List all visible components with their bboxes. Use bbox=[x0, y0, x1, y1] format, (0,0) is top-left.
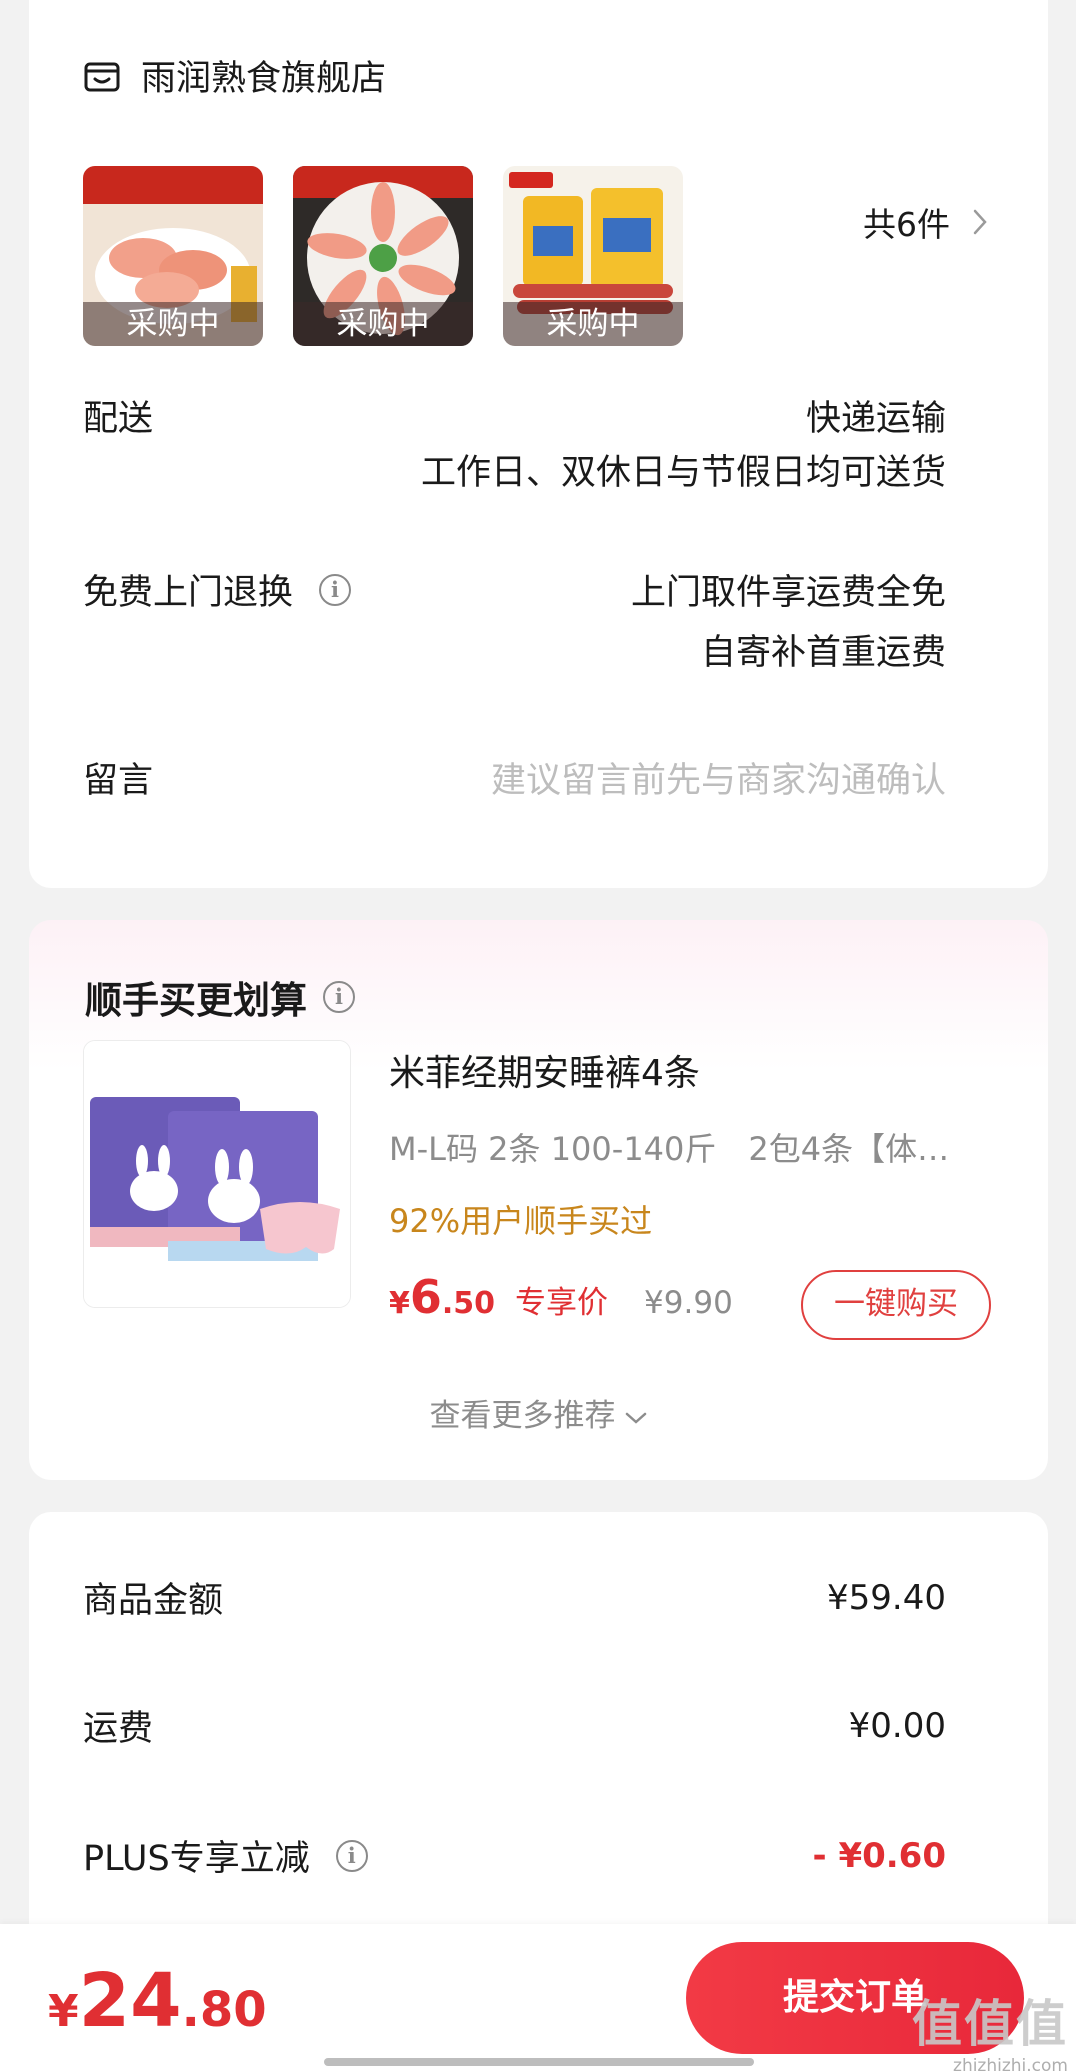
see-more-recommendations[interactable]: 查看更多推荐 bbox=[29, 1390, 1048, 1435]
plus-discount-value: - ¥0.60 bbox=[812, 1835, 947, 1876]
info-icon[interactable]: i bbox=[319, 573, 352, 606]
returns-label-row: 免费上门退换 i bbox=[83, 564, 352, 615]
checkout-bar: ¥ 24 .80 提交订单 值值值 zhizhizhi.com bbox=[0, 1924, 1076, 2072]
item-count-link[interactable]: 共6件 bbox=[863, 198, 988, 246]
goods-amount-label: 商品金额 bbox=[83, 1581, 224, 1621]
info-icon[interactable]: i bbox=[323, 981, 355, 1013]
one-click-buy-button[interactable]: 一键购买 bbox=[801, 1270, 991, 1340]
purchasing-badge: 采购中 bbox=[503, 302, 683, 346]
product-thumb-2[interactable]: 采购中 bbox=[293, 166, 473, 346]
watermark: 值值值 zhizhizhi.com bbox=[912, 1984, 1068, 2072]
recommend-product-spec[interactable]: M-L码 2条 100-140斤 2包4条【体… bbox=[389, 1124, 1029, 1170]
miffy-pants-image bbox=[84, 1041, 350, 1307]
see-more-label: 查看更多推荐 bbox=[429, 1398, 616, 1434]
delivery-schedule: 工作日、双休日与节假日均可送货 bbox=[420, 453, 946, 493]
purchasing-badge: 采购中 bbox=[293, 302, 473, 346]
recommend-card: 顺手买更划算 i 米菲经期安睡裤4条 M-L码 2条 100-140斤 2包4条… bbox=[29, 920, 1048, 1480]
recommend-bought-stat: 92%用户顺手买过 bbox=[389, 1202, 653, 1240]
delivery-method: 快递运输 bbox=[805, 399, 946, 439]
plus-discount-label: PLUS专享立减 bbox=[83, 1839, 310, 1879]
chevron-down-icon bbox=[625, 1412, 646, 1424]
shipping-fee-value: ¥0.00 bbox=[848, 1705, 946, 1746]
returns-line-2: 自寄补首重运费 bbox=[700, 633, 946, 673]
returns-label: 免费上门退换 bbox=[83, 573, 294, 613]
chevron-right-icon bbox=[973, 209, 987, 235]
message-label: 留言 bbox=[83, 761, 154, 801]
returns-line-1: 上门取件享运费全免 bbox=[630, 573, 946, 613]
watermark-logo: 值值值 bbox=[912, 1995, 1068, 2053]
plus-discount-label-row: PLUS专享立减 i bbox=[83, 1830, 368, 1881]
item-count-label: 共6件 bbox=[863, 205, 950, 244]
delivery-label: 配送 bbox=[83, 399, 154, 439]
summary-row-goods: 商品金额 ¥59.40 bbox=[83, 1572, 946, 1623]
price-integer: 6 bbox=[409, 1270, 442, 1324]
order-total: ¥ 24 .80 bbox=[48, 1958, 267, 2044]
product-thumb-1[interactable]: 采购中 bbox=[83, 166, 263, 346]
recommend-title: 顺手买更划算 bbox=[85, 979, 307, 1022]
shipping-fee-label: 运费 bbox=[83, 1709, 154, 1749]
total-currency: ¥ bbox=[48, 1986, 79, 2037]
recommend-product-name[interactable]: 米菲经期安睡裤4条 bbox=[389, 1044, 700, 1096]
total-integer: 24 bbox=[78, 1958, 182, 2044]
store-icon bbox=[84, 62, 120, 91]
price-decimal: .50 bbox=[441, 1286, 496, 1321]
store-card: 雨润熟食旗舰店 采购中 采购中 采购中 共6件 配送 快递运输 工作日、双休日与… bbox=[29, 0, 1048, 888]
exclusive-price-tag: 专享价 bbox=[515, 1285, 609, 1321]
store-header[interactable]: 雨润熟食旗舰店 bbox=[83, 50, 386, 101]
price-currency: ¥ bbox=[389, 1286, 410, 1321]
info-icon[interactable]: i bbox=[335, 1839, 368, 1872]
home-indicator[interactable] bbox=[324, 2058, 754, 2066]
store-name: 雨润熟食旗舰店 bbox=[141, 59, 387, 99]
original-price: ¥9.90 bbox=[644, 1285, 733, 1321]
goods-amount-value: ¥59.40 bbox=[827, 1577, 946, 1618]
watermark-url: zhizhizhi.com bbox=[953, 2056, 1068, 2072]
product-thumbnails[interactable]: 采购中 采购中 采购中 bbox=[83, 166, 713, 346]
message-input[interactable]: 建议留言前先与商家沟通确认 bbox=[491, 752, 946, 803]
recommend-price: ¥ 6 .50 专享价 ¥9.90 bbox=[389, 1270, 733, 1324]
product-thumb-3[interactable]: 采购中 bbox=[503, 166, 683, 346]
recommend-title-row: 顺手买更划算 i bbox=[85, 970, 355, 1024]
summary-row-shipping: 运费 ¥0.00 bbox=[83, 1700, 946, 1751]
total-decimal: .80 bbox=[181, 1982, 267, 2038]
summary-row-plus-discount: PLUS专享立减 i - ¥0.60 bbox=[83, 1830, 946, 1881]
purchasing-badge: 采购中 bbox=[83, 302, 263, 346]
recommend-product-image[interactable] bbox=[83, 1040, 351, 1308]
